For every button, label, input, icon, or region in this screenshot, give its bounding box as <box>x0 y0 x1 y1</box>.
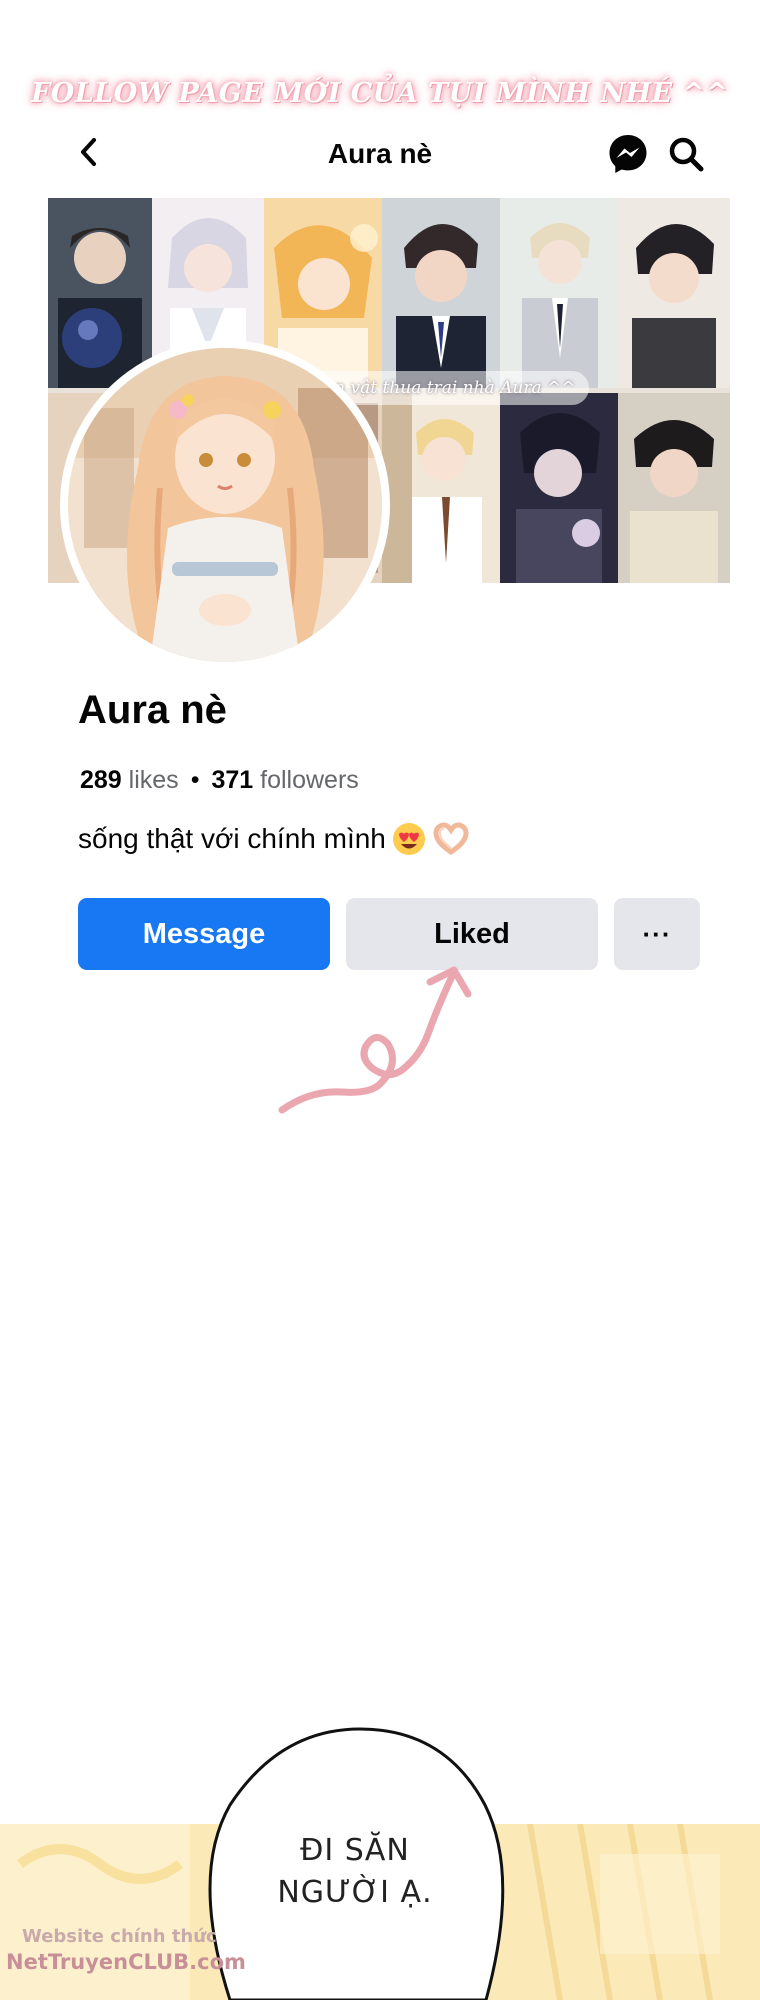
followers-label: followers <box>260 766 359 794</box>
likes-label: likes <box>128 766 179 794</box>
bio-text: sống thật với chính mình <box>78 823 386 854</box>
heart-eyes-icon <box>392 823 425 855</box>
search-button[interactable] <box>666 134 706 174</box>
cover-tile-5 <box>500 198 618 388</box>
cover-tile-6 <box>618 198 730 388</box>
cover-tile-4 <box>382 198 500 388</box>
cover-tile-9 <box>500 393 618 583</box>
profile-stats: 289 likes • 371 followers <box>80 766 359 795</box>
speech-line-2: NGƯỜI Ạ. <box>277 1875 433 1910</box>
watermark-site: NetTruyenCLUB.com <box>6 1950 246 1974</box>
more-options-button[interactable]: ··· <box>614 898 700 970</box>
followers-count: 371 <box>211 766 254 794</box>
followers-stat[interactable]: 371 followers <box>211 766 358 794</box>
arrow-doodle <box>278 966 472 1114</box>
watermark-caption: Website chính thức <box>22 1926 217 1947</box>
heart-hands-icon <box>433 822 469 856</box>
cover-tile-1 <box>48 198 152 388</box>
profile-bio: sống thật với chính mình <box>78 822 470 856</box>
speech-bubble-text: ĐI SĂN NGƯỜI Ạ. <box>190 1830 520 1914</box>
cover-tile-10 <box>618 393 730 583</box>
likes-stat[interactable]: 289 likes <box>80 766 179 794</box>
profile-name: Aura nè <box>78 688 227 732</box>
likes-count: 289 <box>80 766 122 794</box>
messenger-button[interactable] <box>606 132 650 176</box>
stats-separator: • <box>190 766 200 794</box>
avatar <box>68 348 382 662</box>
search-icon <box>669 137 704 172</box>
messenger-icon <box>609 135 647 173</box>
profile-picture[interactable] <box>60 340 390 670</box>
top-bar: Aura nè <box>0 128 760 178</box>
promo-banner: FOLLOW PAGE MỚI CỦA TỤI MÌNH NHÉ ^^ <box>31 78 729 109</box>
speech-line-1: ĐI SĂN <box>300 1833 410 1868</box>
cover-tile-8 <box>382 393 500 583</box>
